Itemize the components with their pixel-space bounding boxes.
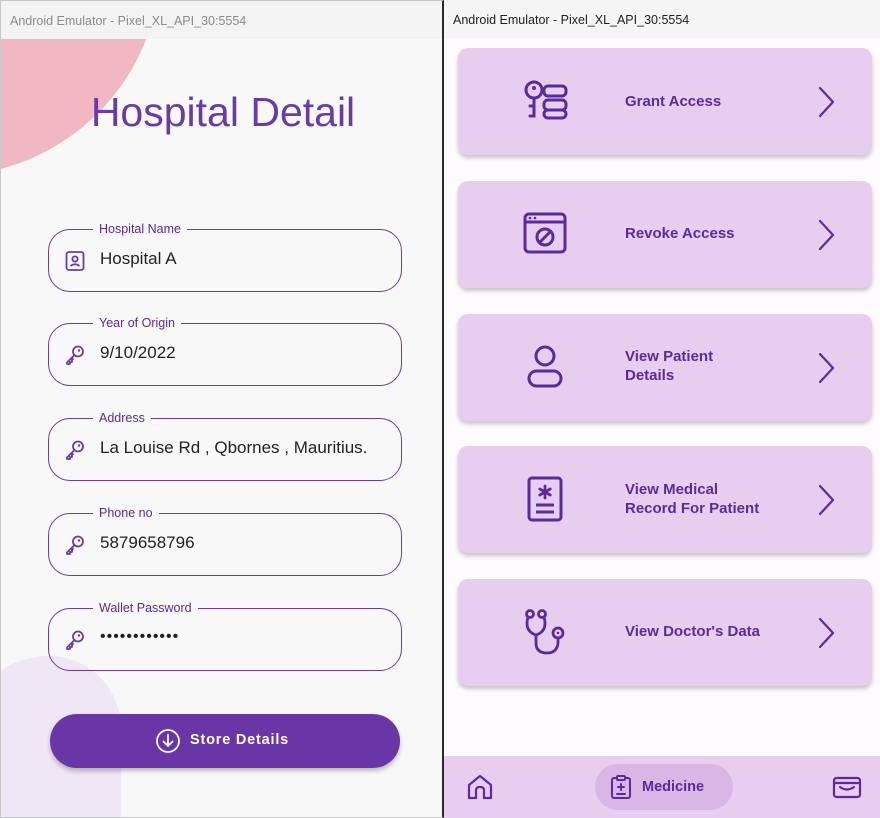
year-of-origin-value[interactable]: 9/10/2022 <box>100 343 176 363</box>
id-badge-icon <box>65 251 85 271</box>
hospital-name-field[interactable]: Hospital Name Hospital A <box>48 221 402 292</box>
window-title: Android Emulator - Pixel_XL_API_30:5554 <box>1 1 442 39</box>
phone-no-field[interactable]: Phone no 5879658796 <box>48 505 402 576</box>
card-label-line2: Record For Patient <box>625 500 760 517</box>
wallet-icon[interactable] <box>832 773 862 801</box>
hospital-name-value[interactable]: Hospital A <box>100 249 177 269</box>
page-title: Hospital Detail <box>90 89 356 135</box>
emulator-window-hospital-detail: Android Emulator - Pixel_XL_API_30:5554 … <box>0 0 444 818</box>
chevron-right-icon <box>818 617 835 649</box>
view-patient-details-card[interactable]: View Patient Details <box>458 314 872 421</box>
wallet-password-field[interactable]: Wallet Password •••••••••••• <box>48 600 402 671</box>
field-label: Address <box>93 410 151 426</box>
chevron-right-icon <box>818 219 835 251</box>
card-label-line1: Revoke Access <box>625 225 735 242</box>
window-title: Android Emulator - Pixel_XL_API_30:5554 <box>444 0 880 38</box>
card-label-line1: Grant Access <box>625 93 722 110</box>
emulator-window-dashboard: Android Emulator - Pixel_XL_API_30:5554 … <box>444 0 880 818</box>
card-label-line1: View Doctor's Data <box>625 623 760 640</box>
wallet-password-value[interactable]: •••••••••••• <box>100 628 179 646</box>
download-circle-icon <box>156 729 180 753</box>
card-label-line1: View Medical <box>625 481 719 498</box>
view-medical-record-card[interactable]: View Medical Record For Patient <box>458 446 872 553</box>
view-doctors-data-card[interactable]: View Doctor's Data <box>458 579 872 686</box>
chevron-right-icon <box>818 352 835 384</box>
person-icon <box>527 345 563 388</box>
key-icon <box>66 345 84 365</box>
card-label-line1: View Patient <box>625 348 714 365</box>
browser-block-icon <box>523 212 567 254</box>
store-details-button[interactable]: Store Details <box>50 714 400 768</box>
key-icon <box>66 535 84 555</box>
year-of-origin-field[interactable]: Year of Origin 9/10/2022 <box>48 315 402 386</box>
clipboard-icon <box>611 775 631 799</box>
address-value[interactable]: La Louise Rd , Qbornes , Mauritius. <box>100 438 367 458</box>
nav-item-medicine-label: Medicine <box>642 779 705 795</box>
card-label-line2: Details <box>625 367 675 384</box>
store-details-label: Store Details <box>190 732 290 748</box>
key-icon <box>66 440 84 460</box>
grant-access-card[interactable]: Grant Access <box>458 48 872 155</box>
field-label: Hospital Name <box>93 221 187 237</box>
card-label: View Patient Details <box>625 347 825 385</box>
chevron-right-icon <box>818 86 835 118</box>
medical-record-icon <box>527 476 563 522</box>
revoke-access-card[interactable]: Revoke Access <box>458 181 872 288</box>
chevron-right-icon <box>818 484 835 516</box>
card-label: Revoke Access <box>625 224 825 243</box>
bottom-navigation: Medicine <box>444 756 880 818</box>
key-list-icon <box>524 80 568 120</box>
address-field[interactable]: Address La Louise Rd , Qbornes , Mauriti… <box>48 410 402 481</box>
card-label: Grant Access <box>625 92 825 111</box>
key-icon <box>66 630 84 650</box>
nav-item-medicine[interactable]: Medicine <box>595 764 733 810</box>
phone-no-value[interactable]: 5879658796 <box>100 533 195 553</box>
stethoscope-icon <box>525 609 565 655</box>
card-label: View Medical Record For Patient <box>625 480 825 518</box>
field-label: Wallet Password <box>93 600 198 616</box>
field-label: Year of Origin <box>93 315 181 331</box>
home-icon[interactable] <box>466 773 494 801</box>
field-label: Phone no <box>93 505 159 521</box>
card-label: View Doctor's Data <box>625 622 825 641</box>
